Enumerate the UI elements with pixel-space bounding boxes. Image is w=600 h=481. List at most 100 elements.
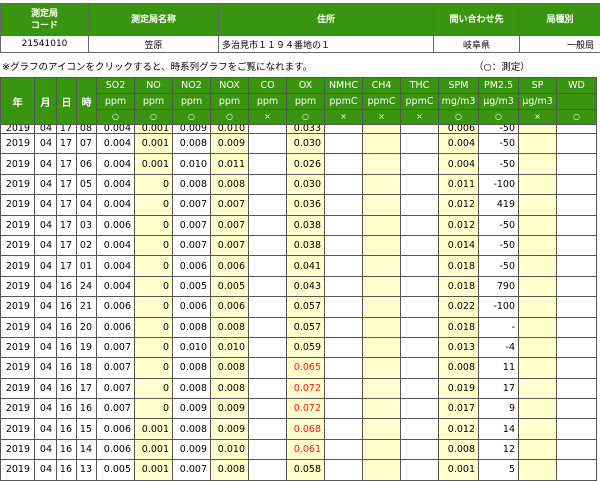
wd-cell [557, 276, 597, 296]
co-cell [249, 358, 287, 378]
month-cell: 04 [35, 460, 57, 480]
day-cell: 17 [57, 154, 77, 174]
hour-header: 時 [77, 78, 97, 125]
co-cell [249, 276, 287, 296]
no2-cell: 0.008 [173, 358, 211, 378]
station-contact: 岐阜県 [434, 36, 520, 53]
nmhc-header: NMHC [325, 78, 363, 94]
sp-header: SP [519, 78, 557, 94]
no-cell: 0.001 [135, 134, 173, 154]
hour-cell: 02 [77, 235, 97, 255]
year-cell: 2019 [1, 125, 35, 134]
month-cell: 04 [35, 125, 57, 134]
wd-cell [557, 256, 597, 276]
pm2-5-cell: -50 [479, 256, 519, 276]
spm-graph-cell: ○ [439, 110, 479, 125]
nox-cell: 0.011 [211, 154, 249, 174]
hour-cell: 01 [77, 256, 97, 276]
year-cell: 2019 [1, 256, 35, 276]
ox-cell: 0.030 [287, 174, 325, 194]
co-cell [249, 195, 287, 215]
so2-cell: 0.004 [97, 174, 135, 194]
so2-graph-icon[interactable]: ○ [111, 112, 121, 122]
spm-cell: 0.004 [439, 134, 479, 154]
so2-cell: 0.004 [97, 256, 135, 276]
day-cell: 16 [57, 276, 77, 296]
sp-cell [519, 256, 557, 276]
nox-cell: 0.007 [211, 215, 249, 235]
sp-cell [519, 276, 557, 296]
wd-graph-icon[interactable]: ○ [572, 112, 582, 122]
no-unit: ppm [135, 94, 173, 110]
nmhc-cell [325, 174, 363, 194]
no-cell: 0 [135, 337, 173, 357]
no-cell: 0.001 [135, 439, 173, 459]
month-cell: 04 [35, 174, 57, 194]
ox-graph-icon[interactable]: ○ [301, 112, 311, 122]
wd-header: WD [557, 78, 597, 94]
day-cell: 16 [57, 399, 77, 419]
no2-graph-icon[interactable]: ○ [187, 112, 197, 122]
thc-cell [401, 460, 439, 480]
spm-cell: 0.012 [439, 215, 479, 235]
pm2-5-graph-icon[interactable]: ○ [494, 112, 504, 122]
no2-cell: 0.007 [173, 235, 211, 255]
nmhc-cell [325, 297, 363, 317]
ch4-graph-icon: × [377, 112, 387, 122]
co-cell [249, 125, 287, 134]
ox-cell: 0.043 [287, 276, 325, 296]
hour-cell: 14 [77, 439, 97, 459]
no-graph-cell: ○ [135, 110, 173, 125]
nmhc-cell [325, 276, 363, 296]
ch4-cell [363, 337, 401, 357]
thc-cell [401, 439, 439, 459]
spm-graph-icon[interactable]: ○ [454, 112, 464, 122]
day-cell: 17 [57, 256, 77, 276]
spm-cell: 0.013 [439, 337, 479, 357]
no-cell: 0.001 [135, 154, 173, 174]
nox-cell: 0.007 [211, 195, 249, 215]
nox-cell: 0.006 [211, 297, 249, 317]
spm-cell: 0.018 [439, 276, 479, 296]
month-cell: 04 [35, 195, 57, 215]
no2-cell: 0.005 [173, 276, 211, 296]
no-graph-icon[interactable]: ○ [149, 112, 159, 122]
nmhc-cell [325, 235, 363, 255]
nmhc-graph-cell: × [325, 110, 363, 125]
sp-cell [519, 297, 557, 317]
wd-cell [557, 439, 597, 459]
spm-cell: 0.011 [439, 174, 479, 194]
wd-cell [557, 337, 597, 357]
day-cell: 17 [57, 174, 77, 194]
year-cell: 2019 [1, 154, 35, 174]
nmhc-cell [325, 358, 363, 378]
year-cell: 2019 [1, 378, 35, 398]
pm2-5-cell: -50 [479, 235, 519, 255]
day-cell: 16 [57, 419, 77, 439]
ch4-cell [363, 460, 401, 480]
nmhc-cell [325, 439, 363, 459]
measurement-legend: （○：測定） [474, 61, 530, 75]
co-cell [249, 215, 287, 235]
year-cell: 2019 [1, 399, 35, 419]
graph-note-text: ※グラフのアイコンをクリックすると、時系列グラフをご覧になれます。 [2, 62, 312, 73]
no2-cell: 0.008 [173, 134, 211, 154]
hour-cell: 18 [77, 358, 97, 378]
nox-cell: 0.008 [211, 358, 249, 378]
wd-cell [557, 419, 597, 439]
nox-cell: 0.006 [211, 256, 249, 276]
ch4-cell [363, 256, 401, 276]
pm2-5-cell: 17 [479, 378, 519, 398]
table-row: 20190417010.00400.0060.0060.0410.018-50 [1, 256, 597, 276]
pm2-5-cell: -50 [479, 134, 519, 154]
hour-cell: 19 [77, 337, 97, 357]
so2-cell: 0.006 [97, 419, 135, 439]
ch4-graph-cell: × [363, 110, 401, 125]
so2-cell: 0.006 [97, 215, 135, 235]
nox-graph-icon[interactable]: ○ [225, 112, 235, 122]
ch4-cell [363, 215, 401, 235]
pm2-5-cell: 419 [479, 195, 519, 215]
no-cell: 0.001 [135, 460, 173, 480]
thc-cell [401, 125, 439, 134]
ch4-cell [363, 378, 401, 398]
